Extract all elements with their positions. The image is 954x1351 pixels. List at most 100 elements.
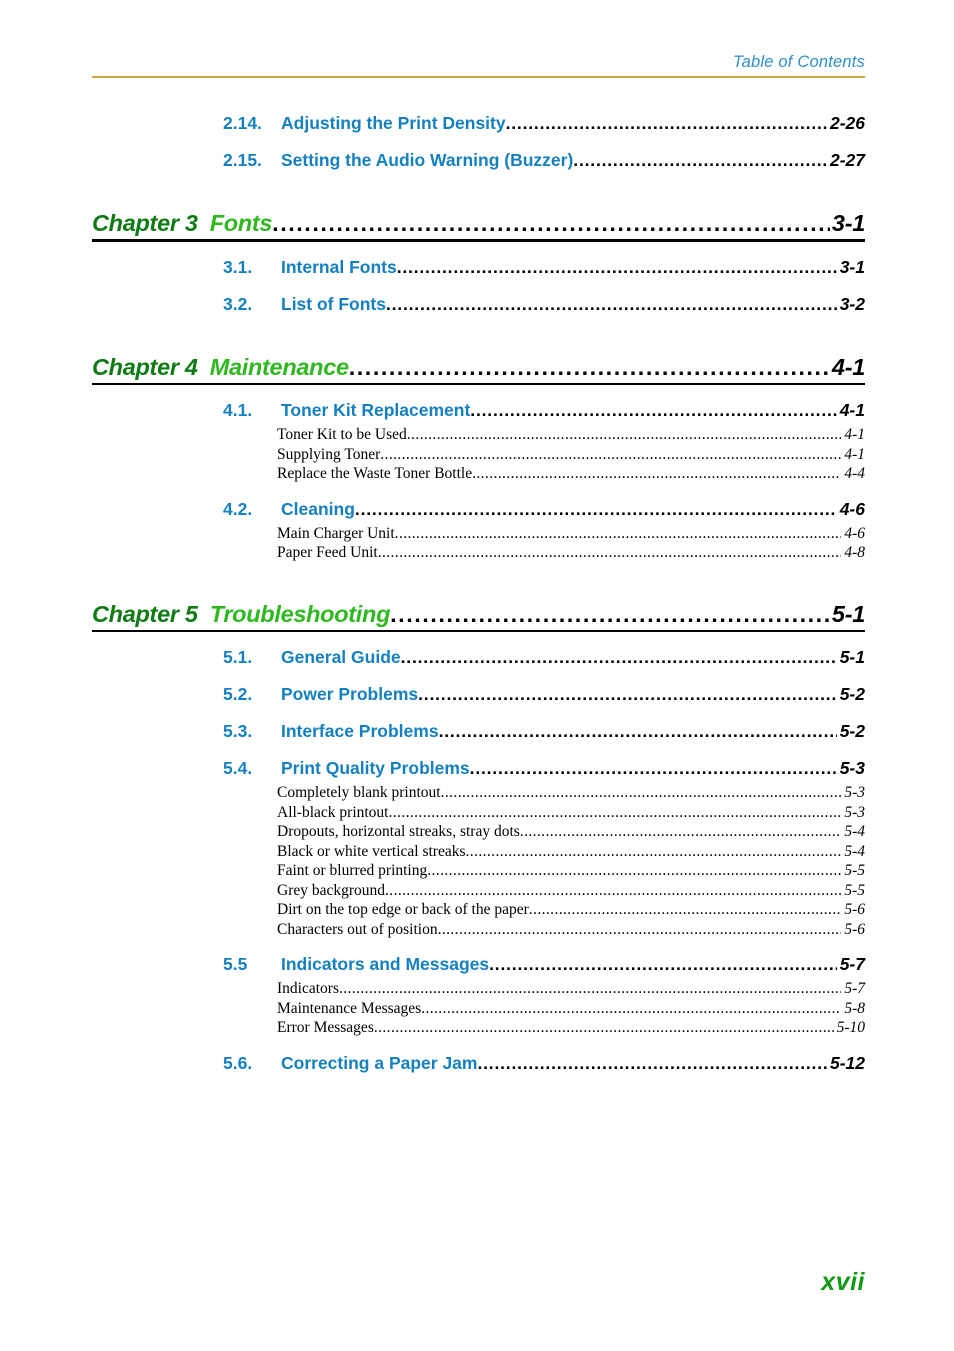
dot-leader: ........................................… xyxy=(272,210,830,236)
toc-subsection-entry[interactable]: Characters out of position..............… xyxy=(277,920,865,940)
subsection-page-number: 5-6 xyxy=(844,920,865,938)
toc-section-entry[interactable]: 5.4. Print Quality Problems..............… xyxy=(223,757,865,780)
dot-leader: ........................................… xyxy=(469,758,837,778)
dot-leader: ........................................… xyxy=(385,881,842,899)
section-title: Correcting a Paper Jam xyxy=(281,1052,478,1073)
section-number: 5.5 xyxy=(223,954,248,974)
section-page-number: 5-3 xyxy=(839,758,865,778)
section-page-number: 3-2 xyxy=(839,293,865,314)
section-title: Power Problems xyxy=(281,684,419,704)
toc-section-entry[interactable]: 3.1. Internal Fonts......................… xyxy=(223,256,865,279)
toc-subsection-list: Indicators..............................… xyxy=(92,979,865,1038)
subsection-page-number: 4-6 xyxy=(844,524,865,542)
toc-section-entry[interactable]: 3.2. List of Fonts.......................… xyxy=(223,293,865,316)
section-title: List of Fonts xyxy=(281,293,386,314)
dot-leader: ........................................… xyxy=(437,920,842,938)
page-header: Table of Contents xyxy=(92,52,865,78)
dot-leader: ........................................… xyxy=(472,465,841,482)
section-title: Adjusting the Print Density xyxy=(281,113,506,133)
toc-subsection-list: Main Charger Unit.......................… xyxy=(92,524,865,563)
subsection-title: Supplying Toner xyxy=(277,445,381,463)
toc-subsection-entry[interactable]: Paper Feed Unit.........................… xyxy=(277,543,865,563)
dot-leader: ........................................… xyxy=(440,784,842,801)
dot-leader: ........................................… xyxy=(421,999,842,1017)
page-footer: xvii xyxy=(92,1268,865,1297)
toc-page: Table of Contents 2.14. Adjusting the Pri… xyxy=(0,0,954,1351)
subsection-title: Characters out of position xyxy=(277,920,438,938)
section-page-number: 2-26 xyxy=(829,113,865,133)
toc-subsection-entry[interactable]: Indicators..............................… xyxy=(277,979,865,999)
dot-leader: ........................................… xyxy=(427,862,842,879)
toc-continued-sections: 2.14. Adjusting the Print Density........… xyxy=(92,112,865,172)
toc-section-entry[interactable]: 4.1. Toner Kit Replacement...............… xyxy=(223,399,865,422)
toc-subsection-entry[interactable]: Faint or blurred printing...............… xyxy=(277,861,865,881)
section-number: 5.4. xyxy=(223,758,253,778)
subsection-title: Main Charger Unit xyxy=(277,524,395,542)
chapter-page-number: 4-1 xyxy=(831,353,865,380)
toc-section-entry[interactable]: 4.2. Cleaning............................… xyxy=(223,498,865,521)
toc-section-entry[interactable]: 5.1. General Guide.......................… xyxy=(223,646,865,669)
dot-leader: ........................................… xyxy=(573,150,827,170)
toc-chapter-block: Chapter 3 Fonts..........................… xyxy=(92,208,865,316)
toc-section-entry[interactable]: 5.2. Power Problems......................… xyxy=(223,683,865,706)
subsection-page-number: 5-5 xyxy=(844,881,865,899)
header-divider xyxy=(92,76,865,78)
chapter-page-number: 5-1 xyxy=(831,600,865,627)
subsection-title: Black or white vertical streaks xyxy=(277,842,466,860)
section-number: 5.2. xyxy=(223,684,253,704)
section-page-number: 4-6 xyxy=(839,498,865,519)
toc-subsection-entry[interactable]: Black or white vertical streaks.........… xyxy=(277,842,865,862)
toc-subsection-entry[interactable]: All-black printout......................… xyxy=(277,803,865,823)
section-page-number: 5-2 xyxy=(839,684,865,704)
chapter-label: Chapter 4 xyxy=(92,353,198,380)
subsection-title: Faint or blurred printing xyxy=(277,862,428,879)
section-title: General Guide xyxy=(281,647,401,667)
toc-subsection-entry[interactable]: Dirt on the top edge or back of the pape… xyxy=(277,900,865,920)
toc-section-entry[interactable]: 2.14. Adjusting the Print Density........… xyxy=(223,112,865,135)
subsection-page-number: 4-1 xyxy=(844,445,865,463)
toc-subsection-entry[interactable]: Grey background.........................… xyxy=(277,881,865,901)
subsection-page-number: 5-5 xyxy=(844,862,865,879)
toc-subsection-entry[interactable]: Main Charger Unit.......................… xyxy=(277,524,865,544)
section-title: Indicators and Messages xyxy=(281,954,490,974)
dot-leader: ........................................… xyxy=(505,113,827,133)
subsection-title: All-black printout xyxy=(277,803,389,821)
subsection-page-number: 4-1 xyxy=(844,426,865,443)
section-page-number: 5-1 xyxy=(839,647,865,667)
toc-subsection-entry[interactable]: Supplying Toner.........................… xyxy=(277,445,865,465)
section-number: 4.2. xyxy=(223,498,253,519)
toc-subsection-entry[interactable]: Dropouts, horizontal streaks, stray dots… xyxy=(277,822,865,842)
toc-subsection-entry[interactable]: Maintenance Messages....................… xyxy=(277,999,865,1019)
dot-leader: ........................................… xyxy=(385,293,837,314)
toc-content: 2.14. Adjusting the Print Density........… xyxy=(92,112,865,1075)
toc-subsection-entry[interactable]: Error Messages..........................… xyxy=(277,1018,865,1038)
section-page-number: 3-1 xyxy=(839,256,865,277)
toc-section-entry[interactable]: 2.15. Setting the Audio Warning (Buzzer).… xyxy=(223,149,865,172)
dot-leader: ........................................… xyxy=(373,1019,834,1036)
dot-leader: ........................................… xyxy=(377,544,842,561)
subsection-page-number: 5-6 xyxy=(844,901,865,918)
toc-subsection-list: Completely blank printout...............… xyxy=(92,783,865,939)
toc-section-entry[interactable]: 5.3. Interface Problems..................… xyxy=(223,720,865,743)
toc-subsection-entry[interactable]: Completely blank printout...............… xyxy=(277,783,865,803)
toc-section-entry[interactable]: 5.5 Indicators and Messages..............… xyxy=(223,953,865,976)
toc-chapter-entry[interactable]: Chapter 4 Maintenance....................… xyxy=(92,352,865,382)
toc-section-entry[interactable]: 5.6. Correcting a Paper Jam..............… xyxy=(223,1052,865,1075)
footer-page-number: xvii xyxy=(821,1268,865,1296)
toc-chapter-entry[interactable]: Chapter 5 Troubleshooting................… xyxy=(92,599,865,629)
chapter-label: Chapter 5 xyxy=(92,600,198,627)
toc-chapter-block: Chapter 4 Maintenance....................… xyxy=(92,352,865,563)
toc-subsection-entry[interactable]: Toner Kit to be Used....................… xyxy=(277,425,865,445)
chapter-divider xyxy=(92,239,865,242)
section-title: Interface Problems xyxy=(281,721,439,741)
subsection-page-number: 5-3 xyxy=(844,784,865,801)
dot-leader: ........................................… xyxy=(388,803,842,821)
dot-leader: ........................................… xyxy=(380,445,841,463)
toc-chapter-entry[interactable]: Chapter 3 Fonts..........................… xyxy=(92,208,865,238)
subsection-title: Completely blank printout xyxy=(277,784,441,801)
section-number: 5.1. xyxy=(223,647,253,667)
toc-subsection-entry[interactable]: Replace the Waste Toner Bottle..........… xyxy=(277,464,865,484)
section-number: 5.6. xyxy=(223,1052,253,1073)
subsection-title: Grey background xyxy=(277,881,386,899)
dot-leader: ........................................… xyxy=(465,842,842,860)
